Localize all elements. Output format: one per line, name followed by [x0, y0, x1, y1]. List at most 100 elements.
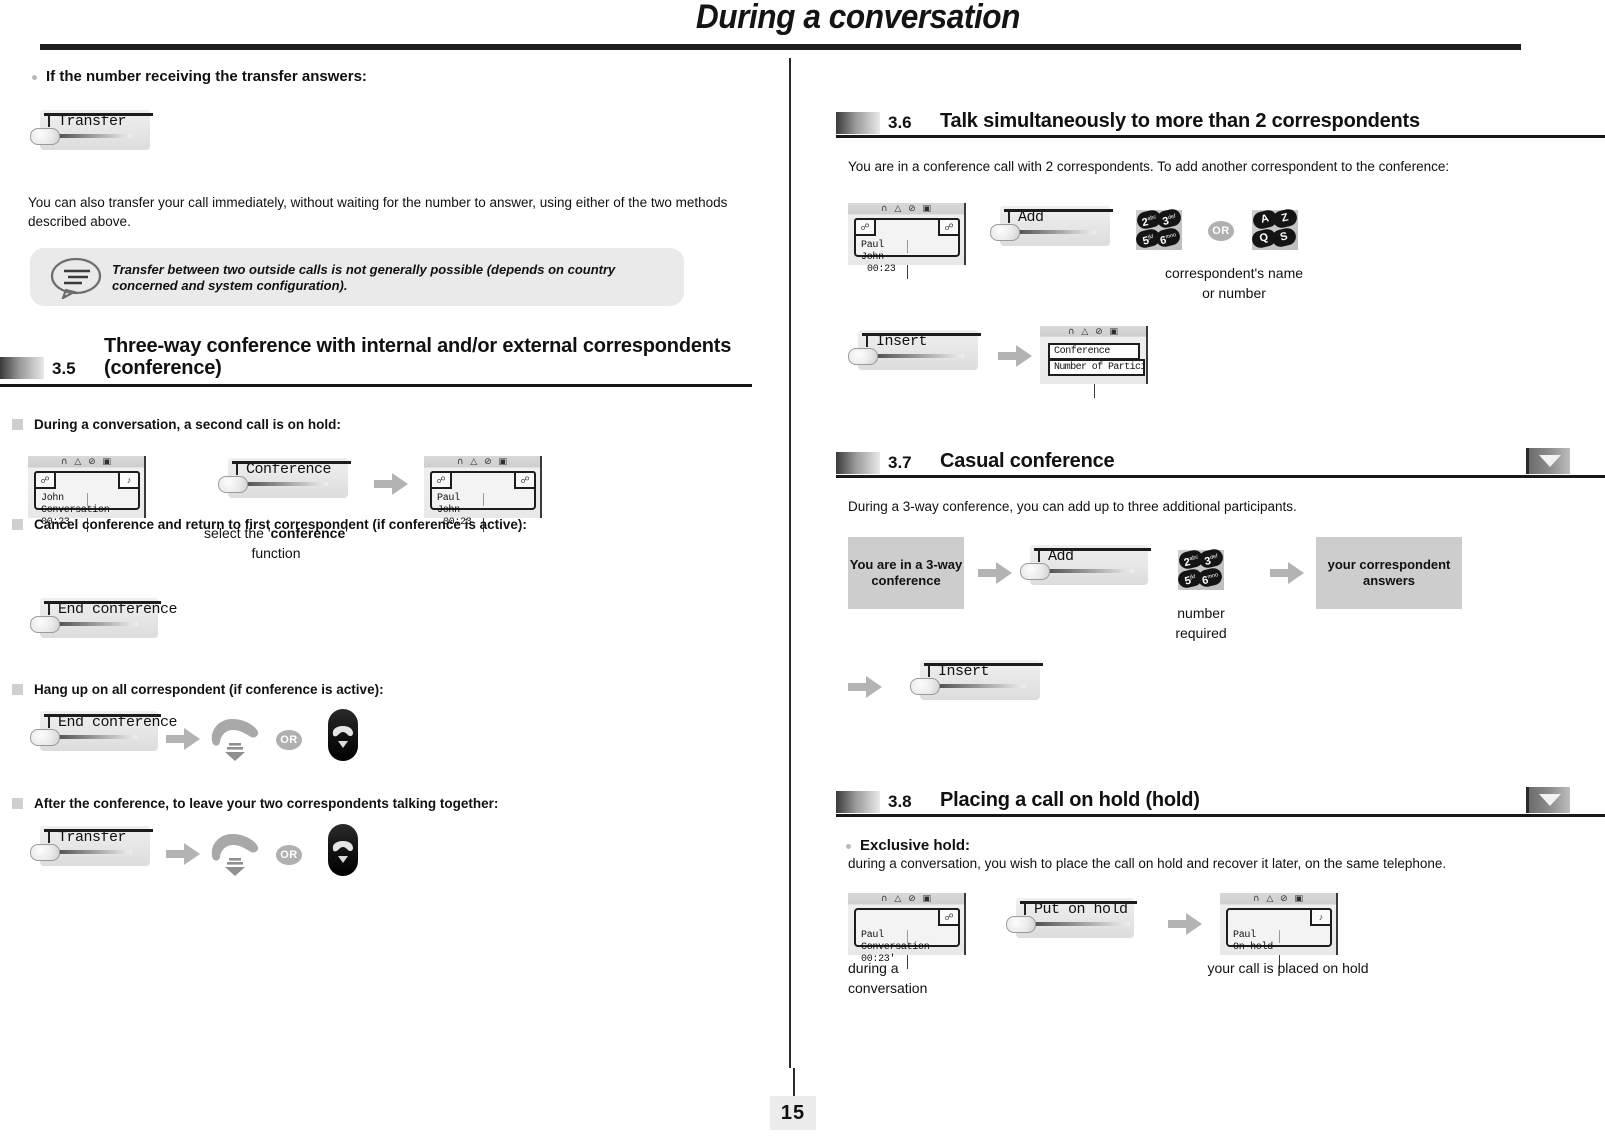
softkey-underline [862, 333, 981, 336]
display-line-2: On hold [1233, 942, 1273, 953]
key-6: 6mno [1196, 566, 1224, 589]
section-3-5: 3.5 Three-way conference with internal a… [0, 335, 752, 387]
section-title-line1: Three-way conference with internal and/o… [104, 335, 732, 357]
softkey-knob[interactable] [1020, 563, 1050, 580]
display-line-1: Paul [1233, 930, 1256, 941]
softkey-knob[interactable] [218, 476, 248, 493]
softkey-knob[interactable] [30, 128, 60, 145]
handset-glyph-icon [332, 841, 353, 852]
hangup-key-button-2[interactable] [328, 824, 358, 876]
numeric-keypad-icon: 2abc 3def 5jkl 6mno [1134, 207, 1183, 250]
left-column: If the number receiving the transfer ans… [0, 58, 790, 1068]
display-screen: ☍ ♪ John Conversation 00:23 [34, 471, 140, 528]
display-status-icons: ∩ △ ⊘ ▣ [456, 457, 510, 467]
arrow-right-icon [166, 728, 200, 750]
key-6: 6mno [1154, 226, 1182, 249]
softkey-bar [54, 850, 132, 854]
caption-during-conversation: during a conversation [848, 958, 1008, 998]
softkey-bar [934, 684, 1026, 688]
handset-icon: ☍ [430, 471, 452, 489]
section-gradient-bar [0, 357, 44, 379]
item-hangup-all: Hang up on all correspondent (if confere… [12, 682, 384, 697]
display-lines: Paul On hold [1233, 930, 1326, 954]
softkey-knob[interactable] [30, 844, 60, 861]
arrow-right-icon [1168, 913, 1202, 935]
section-gradient-bar [836, 791, 880, 813]
hang-up-handset-icon [211, 834, 259, 876]
block-3way-conference: You are in a 3-way conference [848, 537, 964, 609]
paragraph-3-6: You are in a conference call with 2 corr… [848, 159, 1450, 174]
section-3-8: 3.8 Placing a call on hold (hold) [836, 775, 1605, 817]
conference-participants-box: Number of Participants [1048, 359, 1145, 376]
caption-line-1: number [1177, 605, 1225, 621]
softkey-bar [1030, 922, 1130, 926]
key-3: 3def [1197, 547, 1225, 570]
section-title: Talk simultaneously to more than 2 corre… [940, 110, 1420, 132]
collapse-toggle-button[interactable] [1526, 787, 1570, 813]
arrow-right-icon [374, 473, 408, 495]
display-paul-john: ∩ △ ⊘ ▣ ☍ ☍ Paul John 00:23 [848, 203, 966, 279]
caption-line-1: correspondent's name [1164, 265, 1304, 281]
softkey-underline [44, 829, 153, 832]
item-after-conference: After the conference, to leave your two … [11, 796, 499, 811]
display-line-2: John [437, 505, 460, 516]
chevron-down-icon [338, 741, 348, 748]
display-screen: ♪ Paul On hold [1226, 908, 1332, 953]
softkey-knob[interactable] [990, 224, 1020, 241]
hangup-key-button-1[interactable] [328, 709, 358, 761]
softkey-bar [242, 482, 328, 486]
arrow-right-icon [998, 345, 1032, 367]
display-line-2: John [861, 252, 884, 263]
display-status-icons: ∩ △ ⊘ ▣ [880, 204, 934, 214]
key-z: Z [1271, 207, 1299, 230]
softkey-bar [54, 735, 138, 739]
softkey-knob[interactable] [1006, 916, 1036, 933]
arrow-right-icon [848, 676, 882, 698]
softkey-knob[interactable] [30, 616, 60, 633]
alpha-keypad-icon: A Z Q S [1250, 207, 1299, 250]
display-screen: ☍ ☍ Paul John 00:23 [430, 471, 536, 528]
caption-line-1: during a [848, 960, 899, 976]
caption-number-required: number required [1146, 603, 1256, 643]
softkey-bar [54, 134, 132, 138]
display-paul-john: ∩ △ ⊘ ▣ ☍ ☍ Paul John 00:23 [424, 456, 542, 532]
section-rule [0, 384, 752, 387]
handset-icon: ☍ [34, 471, 56, 489]
display-conference: ∩ △ ⊘ ▣ Conference Number of Participant… [1040, 326, 1148, 398]
section-rule [836, 814, 1605, 817]
conference-title-box: Conference [1048, 343, 1140, 360]
bullet-transfer-answers: If the number receiving the transfer ans… [32, 68, 367, 85]
paragraph-3-8: during a conversation, you wish to place… [848, 856, 1447, 871]
softkey-bar [1044, 569, 1134, 573]
section-gradient-bar [836, 112, 880, 134]
display-line-1: John [41, 493, 64, 504]
section-title-line2: (conference) [104, 357, 222, 379]
softkey-knob[interactable] [30, 729, 60, 746]
caption-line-2: conversation [848, 980, 928, 996]
collapse-toggle-button[interactable] [1526, 448, 1570, 474]
numeric-keypad-icon-2: 2abc 3def 5jkl 6mno [1176, 547, 1225, 590]
handset-glyph-icon [332, 726, 353, 737]
display-screen: ☍ Paul Conversation 00:23' [854, 908, 960, 965]
softkey-knob[interactable] [910, 678, 940, 695]
handset-icon: ☍ [514, 471, 536, 489]
paragraph-transfer: You can also transfer your call immediat… [28, 195, 728, 229]
softkey-underline [1034, 548, 1151, 551]
handset-icon: ☍ [938, 218, 960, 236]
display-paul-conversation: ∩ △ ⊘ ▣ ☍ Paul Conversation 00:23' [848, 893, 966, 969]
or-badge-2: OR [276, 845, 302, 865]
softkey-underline [232, 461, 351, 464]
bullet-exclusive-hold: Exclusive hold: [845, 837, 971, 854]
section-rule [836, 475, 1605, 478]
arrow-right-icon [1270, 562, 1304, 584]
caption-line-2: or number [1202, 285, 1266, 301]
display-line-1: Paul [861, 240, 884, 251]
page-header: During a conversation [0, 0, 1605, 52]
caption-placed-on-hold: your call is placed on hold [1207, 960, 1369, 976]
display-status-icons: ∩ △ ⊘ ▣ [60, 457, 114, 467]
handset-icon: ☍ [938, 908, 960, 926]
display-john: ∩ △ ⊘ ▣ ☍ ♪ John Conversation 00:23 [28, 456, 146, 532]
caption-line-2: required [1175, 625, 1227, 641]
softkey-knob[interactable] [848, 348, 878, 365]
section-title: Placing a call on hold (hold) [940, 789, 1200, 811]
